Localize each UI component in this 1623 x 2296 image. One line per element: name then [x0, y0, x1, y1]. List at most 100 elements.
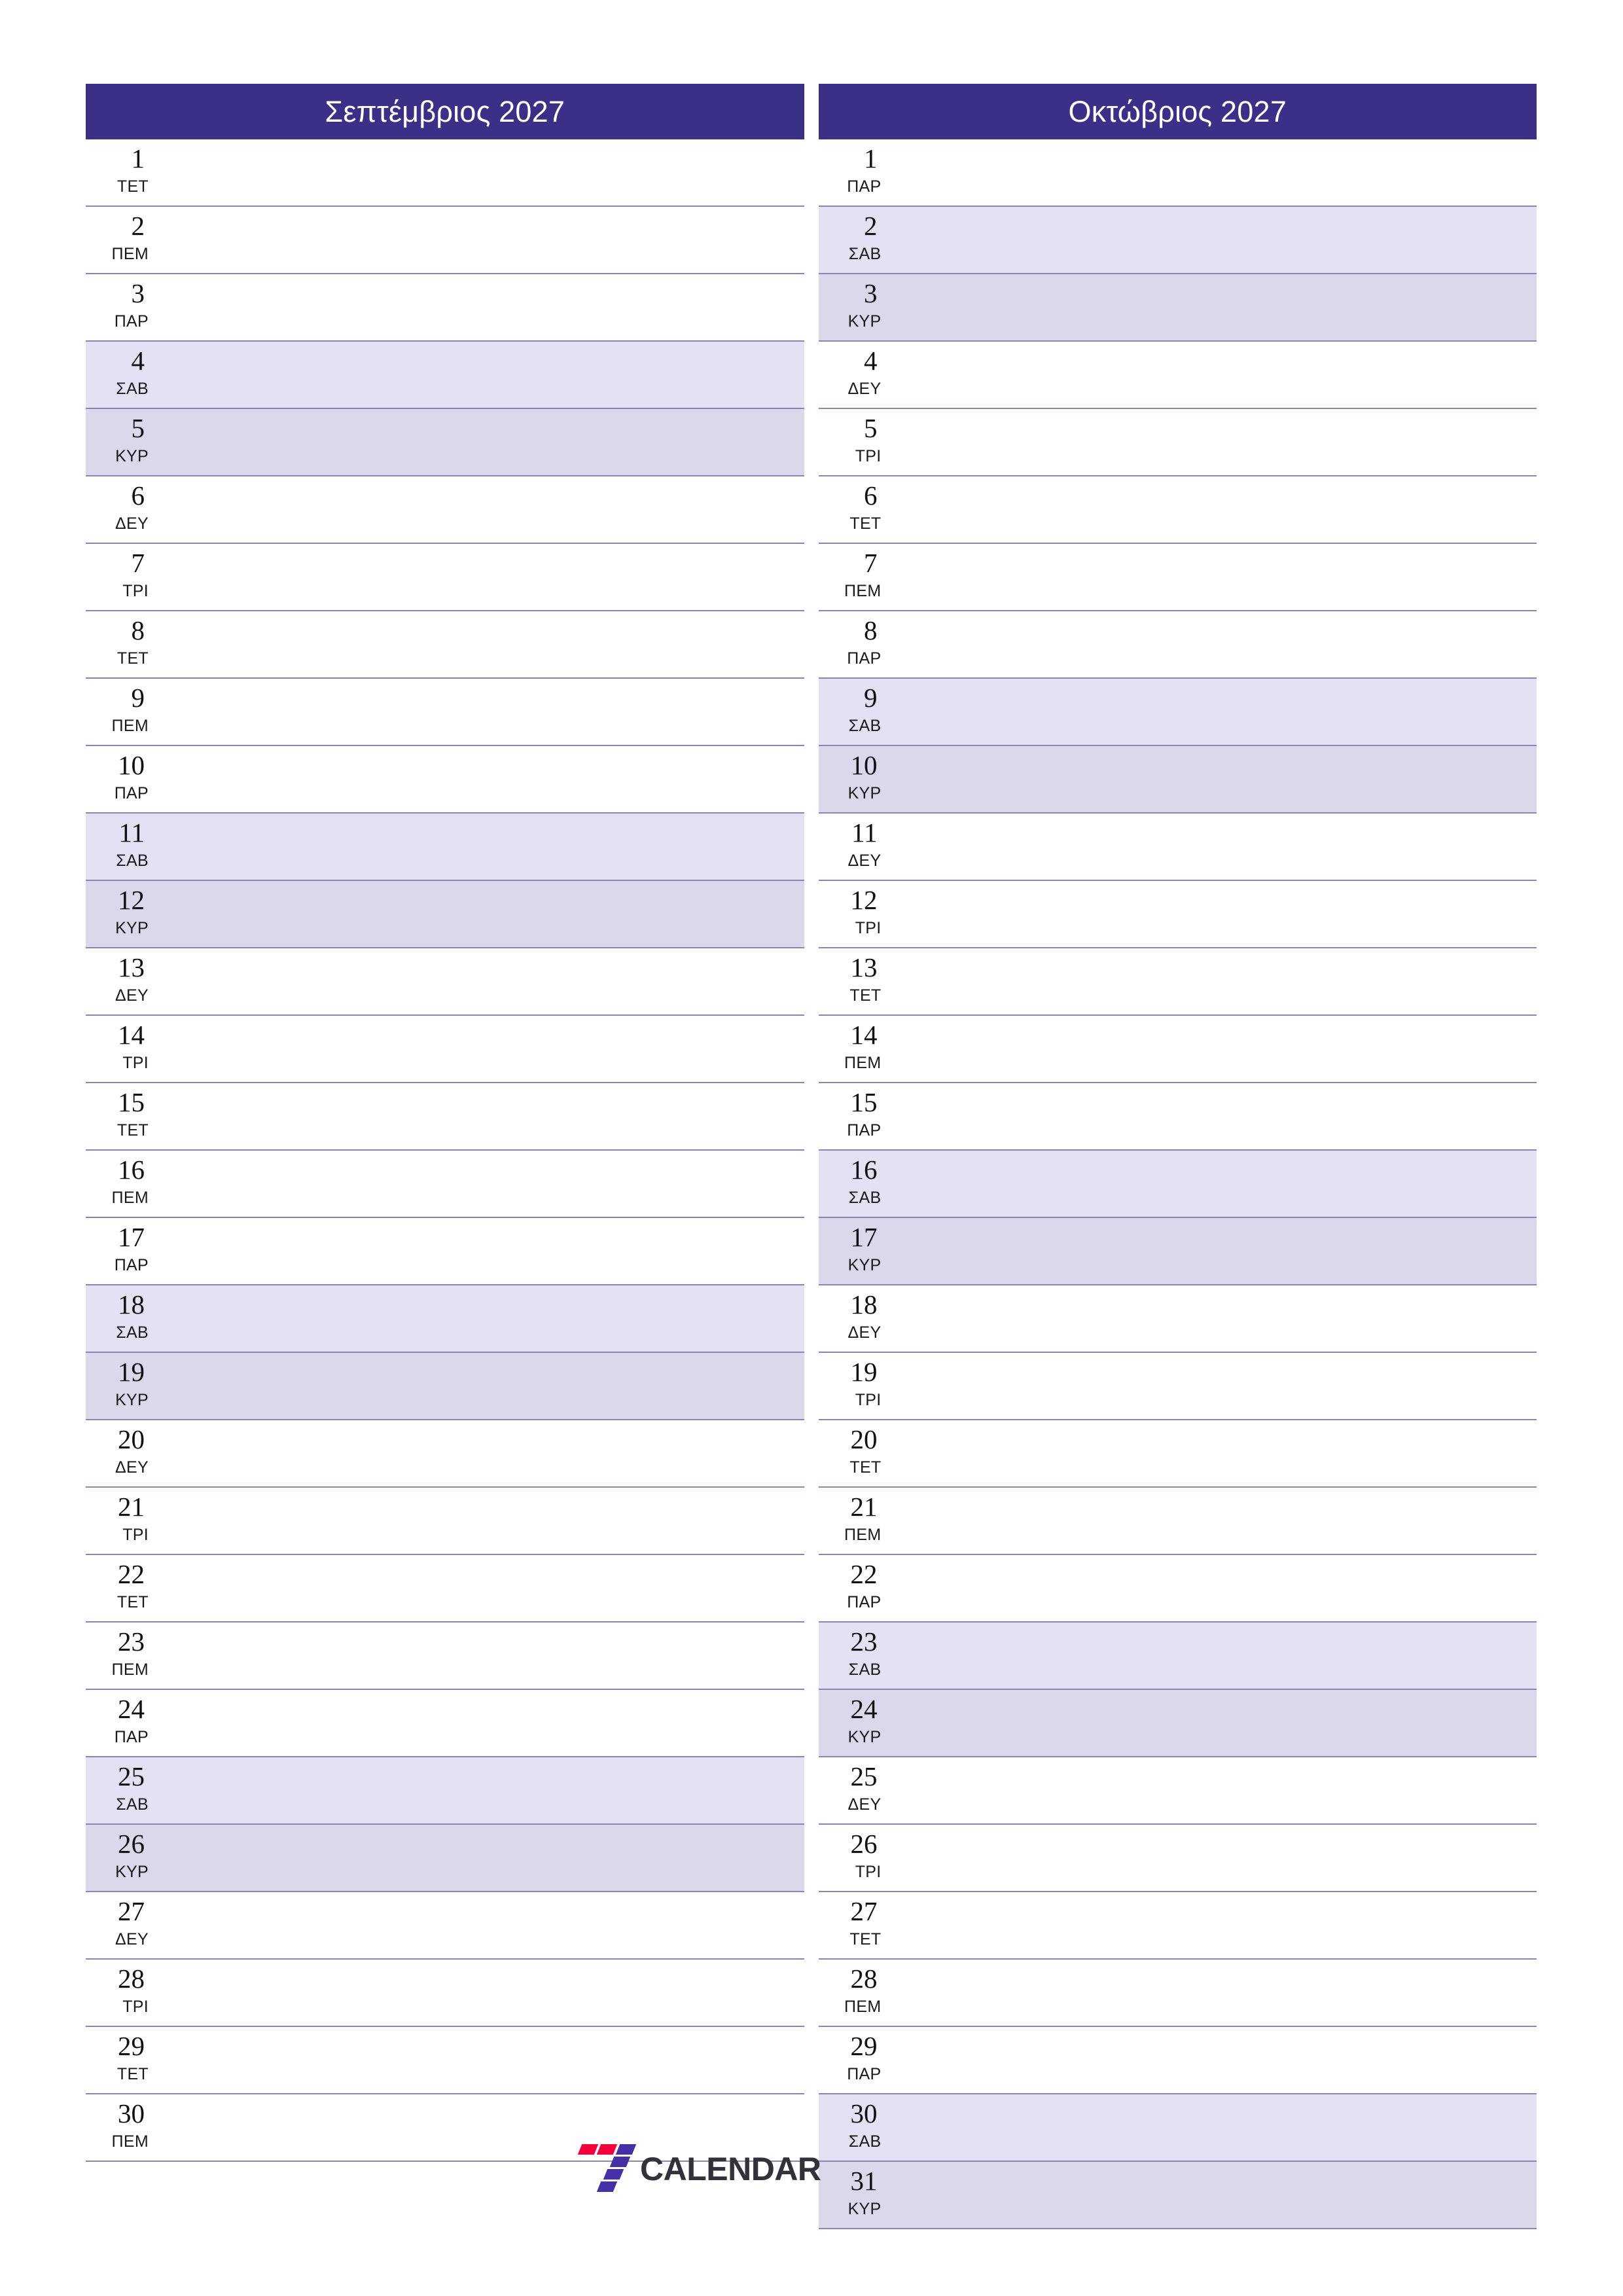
day-row[interactable]: 3 ΠΑΡ — [86, 274, 804, 342]
day-row[interactable]: 18 ΣΑΒ — [86, 1285, 804, 1353]
footer-logo: CALENDAR — [576, 2144, 821, 2194]
day-row[interactable]: 19 ΤΡΙ — [818, 1353, 1537, 1420]
day-row[interactable]: 25 ΔΕΥ — [818, 1757, 1537, 1825]
day-row[interactable]: 27 ΔΕΥ — [86, 1892, 804, 1960]
day-row[interactable]: 21 ΠΕΜ — [818, 1488, 1537, 1555]
day-row[interactable]: 25 ΣΑΒ — [86, 1757, 804, 1825]
day-number: 3 — [131, 278, 145, 308]
day-weekday-label: ΠΕΜ — [844, 582, 882, 600]
day-row[interactable]: 17 ΠΑΡ — [86, 1218, 804, 1285]
day-row[interactable]: 5 ΚΥΡ — [86, 409, 804, 476]
day-row[interactable]: 26 ΤΡΙ — [818, 1825, 1537, 1892]
day-row[interactable]: 1 ΠΑΡ — [818, 139, 1537, 207]
day-row[interactable]: 16 ΣΑΒ — [818, 1151, 1537, 1218]
day-row[interactable]: 12 ΚΥΡ — [86, 881, 804, 948]
day-row[interactable]: 9 ΠΕΜ — [86, 679, 804, 746]
day-weekday-label: ΤΕΤ — [849, 1458, 882, 1477]
day-number: 9 — [864, 683, 878, 713]
day-row[interactable]: 29 ΠΑΡ — [818, 2027, 1537, 2094]
day-row[interactable]: 6 ΤΕΤ — [818, 476, 1537, 544]
day-row[interactable]: 22 ΠΑΡ — [818, 1555, 1537, 1623]
day-number: 22 — [118, 1559, 145, 1589]
day-list-right: 1 ΠΑΡ 2 ΣΑΒ 3 ΚΥΡ 4 ΔΕΥ 5 ΤΡΙ 6 ΤΕΤ 7 ΠΕΜ 8 ΠΑΡ 9 ΣΑΒ 10 ΚΥ… — [818, 139, 1537, 2229]
day-weekday-label: ΤΕΤ — [116, 1121, 149, 1139]
day-row[interactable]: 31 ΚΥΡ — [818, 2162, 1537, 2229]
day-weekday-label: ΤΡΙ — [122, 1526, 149, 1544]
day-row[interactable]: 22 ΤΕΤ — [86, 1555, 804, 1623]
day-row[interactable]: 28 ΠΕΜ — [818, 1960, 1537, 2027]
day-row[interactable]: 10 ΚΥΡ — [818, 746, 1537, 814]
month-title-right: Οκτώβριος 2027 — [818, 84, 1537, 139]
day-number: 5 — [131, 413, 145, 443]
day-row[interactable]: 30 ΣΑΒ — [818, 2094, 1537, 2162]
day-number: 23 — [850, 1626, 878, 1657]
day-row[interactable]: 20 ΤΕΤ — [818, 1420, 1537, 1488]
day-number: 28 — [850, 1964, 878, 1994]
day-row[interactable]: 13 ΔΕΥ — [86, 948, 804, 1016]
day-number: 1 — [864, 143, 878, 173]
day-row[interactable]: 17 ΚΥΡ — [818, 1218, 1537, 1285]
day-number: 17 — [850, 1222, 878, 1252]
day-row[interactable]: 27 ΤΕΤ — [818, 1892, 1537, 1960]
day-row[interactable]: 29 ΤΕΤ — [86, 2027, 804, 2094]
day-weekday-label: ΠΕΜ — [844, 1054, 882, 1072]
day-row[interactable]: 5 ΤΡΙ — [818, 409, 1537, 476]
day-row[interactable]: 8 ΤΕΤ — [86, 611, 804, 679]
day-weekday-label: ΣΑΒ — [116, 380, 149, 398]
day-weekday-label: ΚΥΡ — [115, 919, 149, 937]
day-weekday-label: ΠΕΜ — [111, 1660, 149, 1679]
month-columns: Σεπτέμβριος 2027 1 ΤΕΤ 2 ΠΕΜ 3 ΠΑΡ 4 ΣΑΒ 5 ΚΥΡ 6 ΔΕ… — [86, 84, 1537, 2229]
day-weekday-label: ΔΕΥ — [115, 1930, 149, 1948]
day-weekday-label: ΣΑΒ — [116, 852, 149, 870]
day-row[interactable]: 19 ΚΥΡ — [86, 1353, 804, 1420]
day-weekday-label: ΤΕΤ — [849, 986, 882, 1005]
day-row[interactable]: 7 ΤΡΙ — [86, 544, 804, 611]
day-row[interactable]: 24 ΠΑΡ — [86, 1690, 804, 1757]
day-row[interactable]: 11 ΔΕΥ — [818, 814, 1537, 881]
day-weekday-label: ΠΑΡ — [114, 312, 149, 331]
day-row[interactable]: 23 ΠΕΜ — [86, 1623, 804, 1690]
day-row[interactable]: 13 ΤΕΤ — [818, 948, 1537, 1016]
day-row[interactable]: 2 ΣΑΒ — [818, 207, 1537, 274]
day-number: 11 — [118, 817, 145, 848]
day-row[interactable]: 21 ΤΡΙ — [86, 1488, 804, 1555]
day-row[interactable]: 6 ΔΕΥ — [86, 476, 804, 544]
logo-segment-purple-4 — [596, 2181, 618, 2192]
day-number: 13 — [850, 952, 878, 982]
day-weekday-label: ΤΡΙ — [855, 447, 882, 465]
day-row[interactable]: 1 ΤΕΤ — [86, 139, 804, 207]
day-number: 25 — [850, 1761, 878, 1791]
day-row[interactable]: 14 ΤΡΙ — [86, 1016, 804, 1083]
day-row[interactable]: 14 ΠΕΜ — [818, 1016, 1537, 1083]
day-row[interactable]: 2 ΠΕΜ — [86, 207, 804, 274]
day-weekday-label: ΤΡΙ — [122, 1998, 149, 2016]
day-row[interactable]: 28 ΤΡΙ — [86, 1960, 804, 2027]
day-row[interactable]: 20 ΔΕΥ — [86, 1420, 804, 1488]
day-weekday-label: ΠΑΡ — [847, 1593, 882, 1611]
day-row[interactable]: 18 ΔΕΥ — [818, 1285, 1537, 1353]
day-row[interactable]: 3 ΚΥΡ — [818, 274, 1537, 342]
day-row[interactable]: 12 ΤΡΙ — [818, 881, 1537, 948]
day-row[interactable]: 4 ΣΑΒ — [86, 342, 804, 409]
day-number: 29 — [850, 2031, 878, 2061]
day-number: 8 — [131, 615, 145, 645]
day-weekday-label: ΠΕΜ — [111, 2132, 149, 2151]
logo-segment-purple-1 — [615, 2144, 637, 2155]
day-row[interactable]: 8 ΠΑΡ — [818, 611, 1537, 679]
day-row[interactable]: 10 ΠΑΡ — [86, 746, 804, 814]
day-weekday-label: ΔΕΥ — [115, 1458, 149, 1477]
day-row[interactable]: 16 ΠΕΜ — [86, 1151, 804, 1218]
day-weekday-label: ΚΥΡ — [115, 1391, 149, 1409]
day-row[interactable]: 15 ΠΑΡ — [818, 1083, 1537, 1151]
day-weekday-label: ΣΑΒ — [848, 1189, 882, 1207]
day-row[interactable]: 7 ΠΕΜ — [818, 544, 1537, 611]
day-row[interactable]: 4 ΔΕΥ — [818, 342, 1537, 409]
day-weekday-label: ΚΥΡ — [847, 1256, 882, 1274]
day-row[interactable]: 11 ΣΑΒ — [86, 814, 804, 881]
day-row[interactable]: 15 ΤΕΤ — [86, 1083, 804, 1151]
day-row[interactable]: 26 ΚΥΡ — [86, 1825, 804, 1892]
day-row[interactable]: 9 ΣΑΒ — [818, 679, 1537, 746]
day-row[interactable]: 24 ΚΥΡ — [818, 1690, 1537, 1757]
day-number: 28 — [118, 1964, 145, 1994]
day-row[interactable]: 23 ΣΑΒ — [818, 1623, 1537, 1690]
